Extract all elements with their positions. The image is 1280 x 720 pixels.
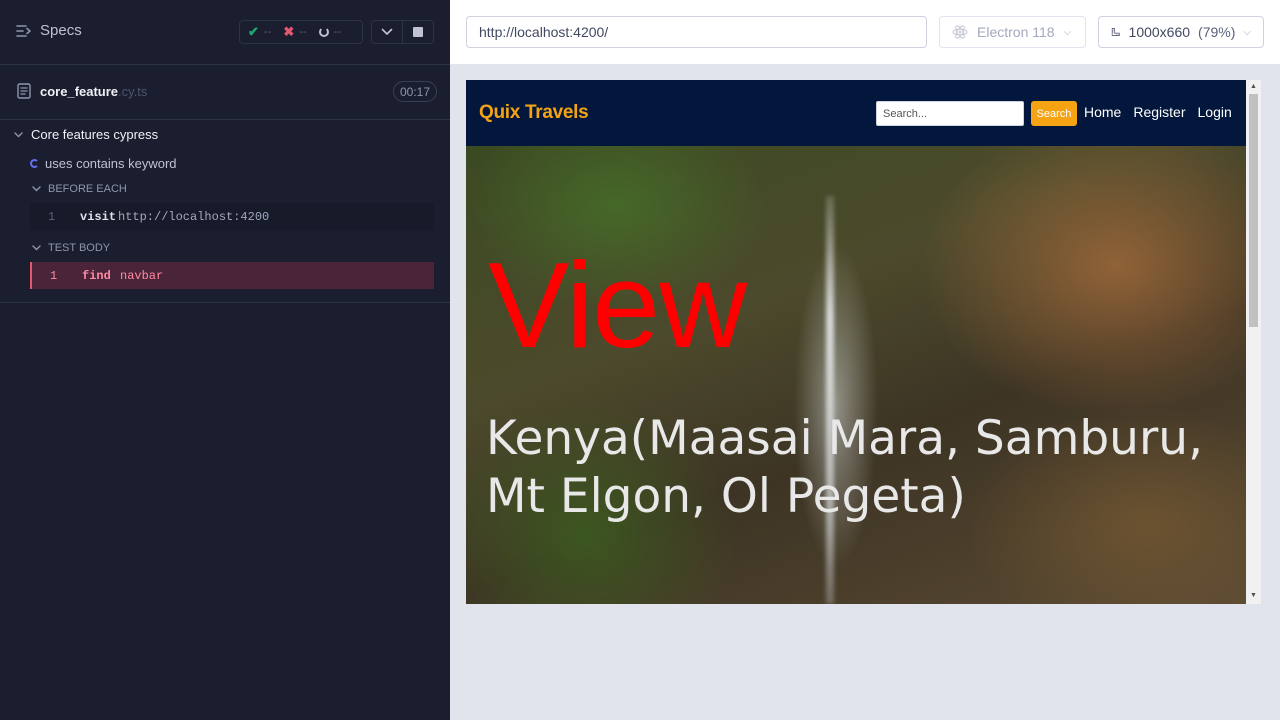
command-row[interactable]: 1 visit http://localhost:4200	[30, 203, 434, 230]
spec-extension: .cy.ts	[118, 84, 148, 99]
pending-count: --	[333, 26, 341, 38]
spec-file-name: core_feature.cy.ts	[40, 84, 147, 99]
command-name: visit	[80, 209, 117, 224]
reporter-header: Specs ✔ -- ✖ -- --	[0, 0, 450, 65]
browser-name: Electron 118	[977, 24, 1055, 40]
scroll-up-arrow-icon[interactable]: ▲	[1250, 83, 1257, 90]
test-body-label: TEST BODY	[48, 242, 111, 254]
command-arg: http://localhost:4200	[118, 209, 270, 224]
iframe-scrollbar[interactable]: ▲ ▼	[1246, 80, 1261, 604]
browser-selector[interactable]: Electron 118 ⌵	[939, 16, 1086, 48]
before-each-label: BEFORE EACH	[48, 183, 127, 195]
command-number: 1	[48, 209, 56, 224]
chevron-down-icon	[32, 245, 41, 251]
test-title: uses contains keyword	[45, 156, 177, 171]
hero-banner: View Kenya(Maasai Mara, Samburu, Mt Elgo…	[466, 146, 1246, 604]
document-icon	[17, 83, 31, 99]
failed-count: --	[299, 26, 307, 38]
site-navbar: Quix Travels Search Home Register Login	[466, 80, 1246, 146]
site-brand[interactable]: Quix Travels	[479, 102, 589, 124]
hero-subtitle: Kenya(Maasai Mara, Samburu, Mt Elgon, Ol…	[486, 411, 1204, 524]
test-stats: ✔ -- ✖ -- --	[239, 20, 363, 44]
site-search-input[interactable]	[876, 101, 1024, 126]
suite-title: Core features cypress	[31, 127, 159, 142]
run-controls	[371, 20, 434, 44]
electron-icon	[952, 25, 968, 39]
command-name: find	[82, 268, 111, 283]
specs-label: Specs	[40, 22, 82, 39]
specs-toggle-button[interactable]: Specs	[16, 22, 82, 39]
command-row-failed[interactable]: 1 find navbar	[30, 262, 434, 289]
test-body-hook[interactable]: TEST BODY	[32, 242, 110, 254]
test-title-row[interactable]: uses contains keyword	[30, 156, 177, 171]
passed-count: --	[263, 26, 272, 38]
site-nav-links: Home Register Login	[1084, 104, 1232, 120]
viewport-scale: (79%)	[1198, 24, 1236, 40]
spec-name: core_feature	[40, 84, 119, 99]
passed-stat: ✔ --	[248, 24, 283, 40]
suite-block: Core features cypress uses contains keyw…	[0, 120, 450, 303]
pending-spinner-icon	[318, 27, 329, 37]
collapse-all-button[interactable]	[372, 21, 402, 43]
hero-title: View	[488, 237, 747, 373]
failed-stat: ✖ --	[283, 24, 318, 40]
chevron-down-icon: ⌵	[1063, 26, 1072, 38]
aut-toolbar: http://localhost:4200/ Electron 118 ⌵ 10…	[450, 0, 1280, 64]
app-page: Quix Travels Search Home Register Login …	[466, 80, 1246, 604]
running-status-icon	[30, 159, 39, 168]
viewport-selector[interactable]: 1000x660 (79%) ⌵	[1098, 16, 1264, 48]
site-search-button[interactable]: Search	[1031, 101, 1077, 126]
stop-button[interactable]	[402, 21, 433, 43]
scrollbar-thumb[interactable]	[1249, 94, 1258, 327]
reporter-panel: Specs ✔ -- ✖ -- -- core_feature.cy.ts 00…	[0, 0, 450, 720]
scroll-down-arrow-icon[interactable]: ▼	[1250, 592, 1257, 599]
chevron-down-icon: ⌵	[1243, 26, 1251, 38]
viewport-size: 1000x660	[1128, 24, 1191, 40]
before-each-hook[interactable]: BEFORE EACH	[32, 183, 127, 195]
command-number: 1	[50, 268, 58, 283]
suite-title-row[interactable]: Core features cypress	[14, 127, 158, 142]
nav-link-login[interactable]: Login	[1198, 104, 1232, 120]
nav-link-home[interactable]: Home	[1084, 104, 1121, 120]
chevron-down-icon	[381, 28, 393, 35]
pending-stat: --	[318, 26, 354, 38]
waterfall-image-detail	[826, 196, 834, 604]
chevron-down-icon	[32, 186, 41, 192]
ruler-icon	[1111, 28, 1120, 36]
nav-link-register[interactable]: Register	[1133, 104, 1185, 120]
check-icon: ✔	[248, 24, 259, 39]
command-arg: navbar	[120, 268, 164, 283]
specs-list-icon	[16, 24, 31, 37]
cross-icon: ✖	[283, 24, 295, 39]
chevron-down-icon	[14, 131, 23, 137]
spec-duration-badge: 00:17	[393, 81, 438, 102]
url-bar[interactable]: http://localhost:4200/	[466, 16, 927, 48]
aut-iframe: Quix Travels Search Home Register Login …	[466, 80, 1261, 604]
stop-icon	[413, 27, 423, 37]
